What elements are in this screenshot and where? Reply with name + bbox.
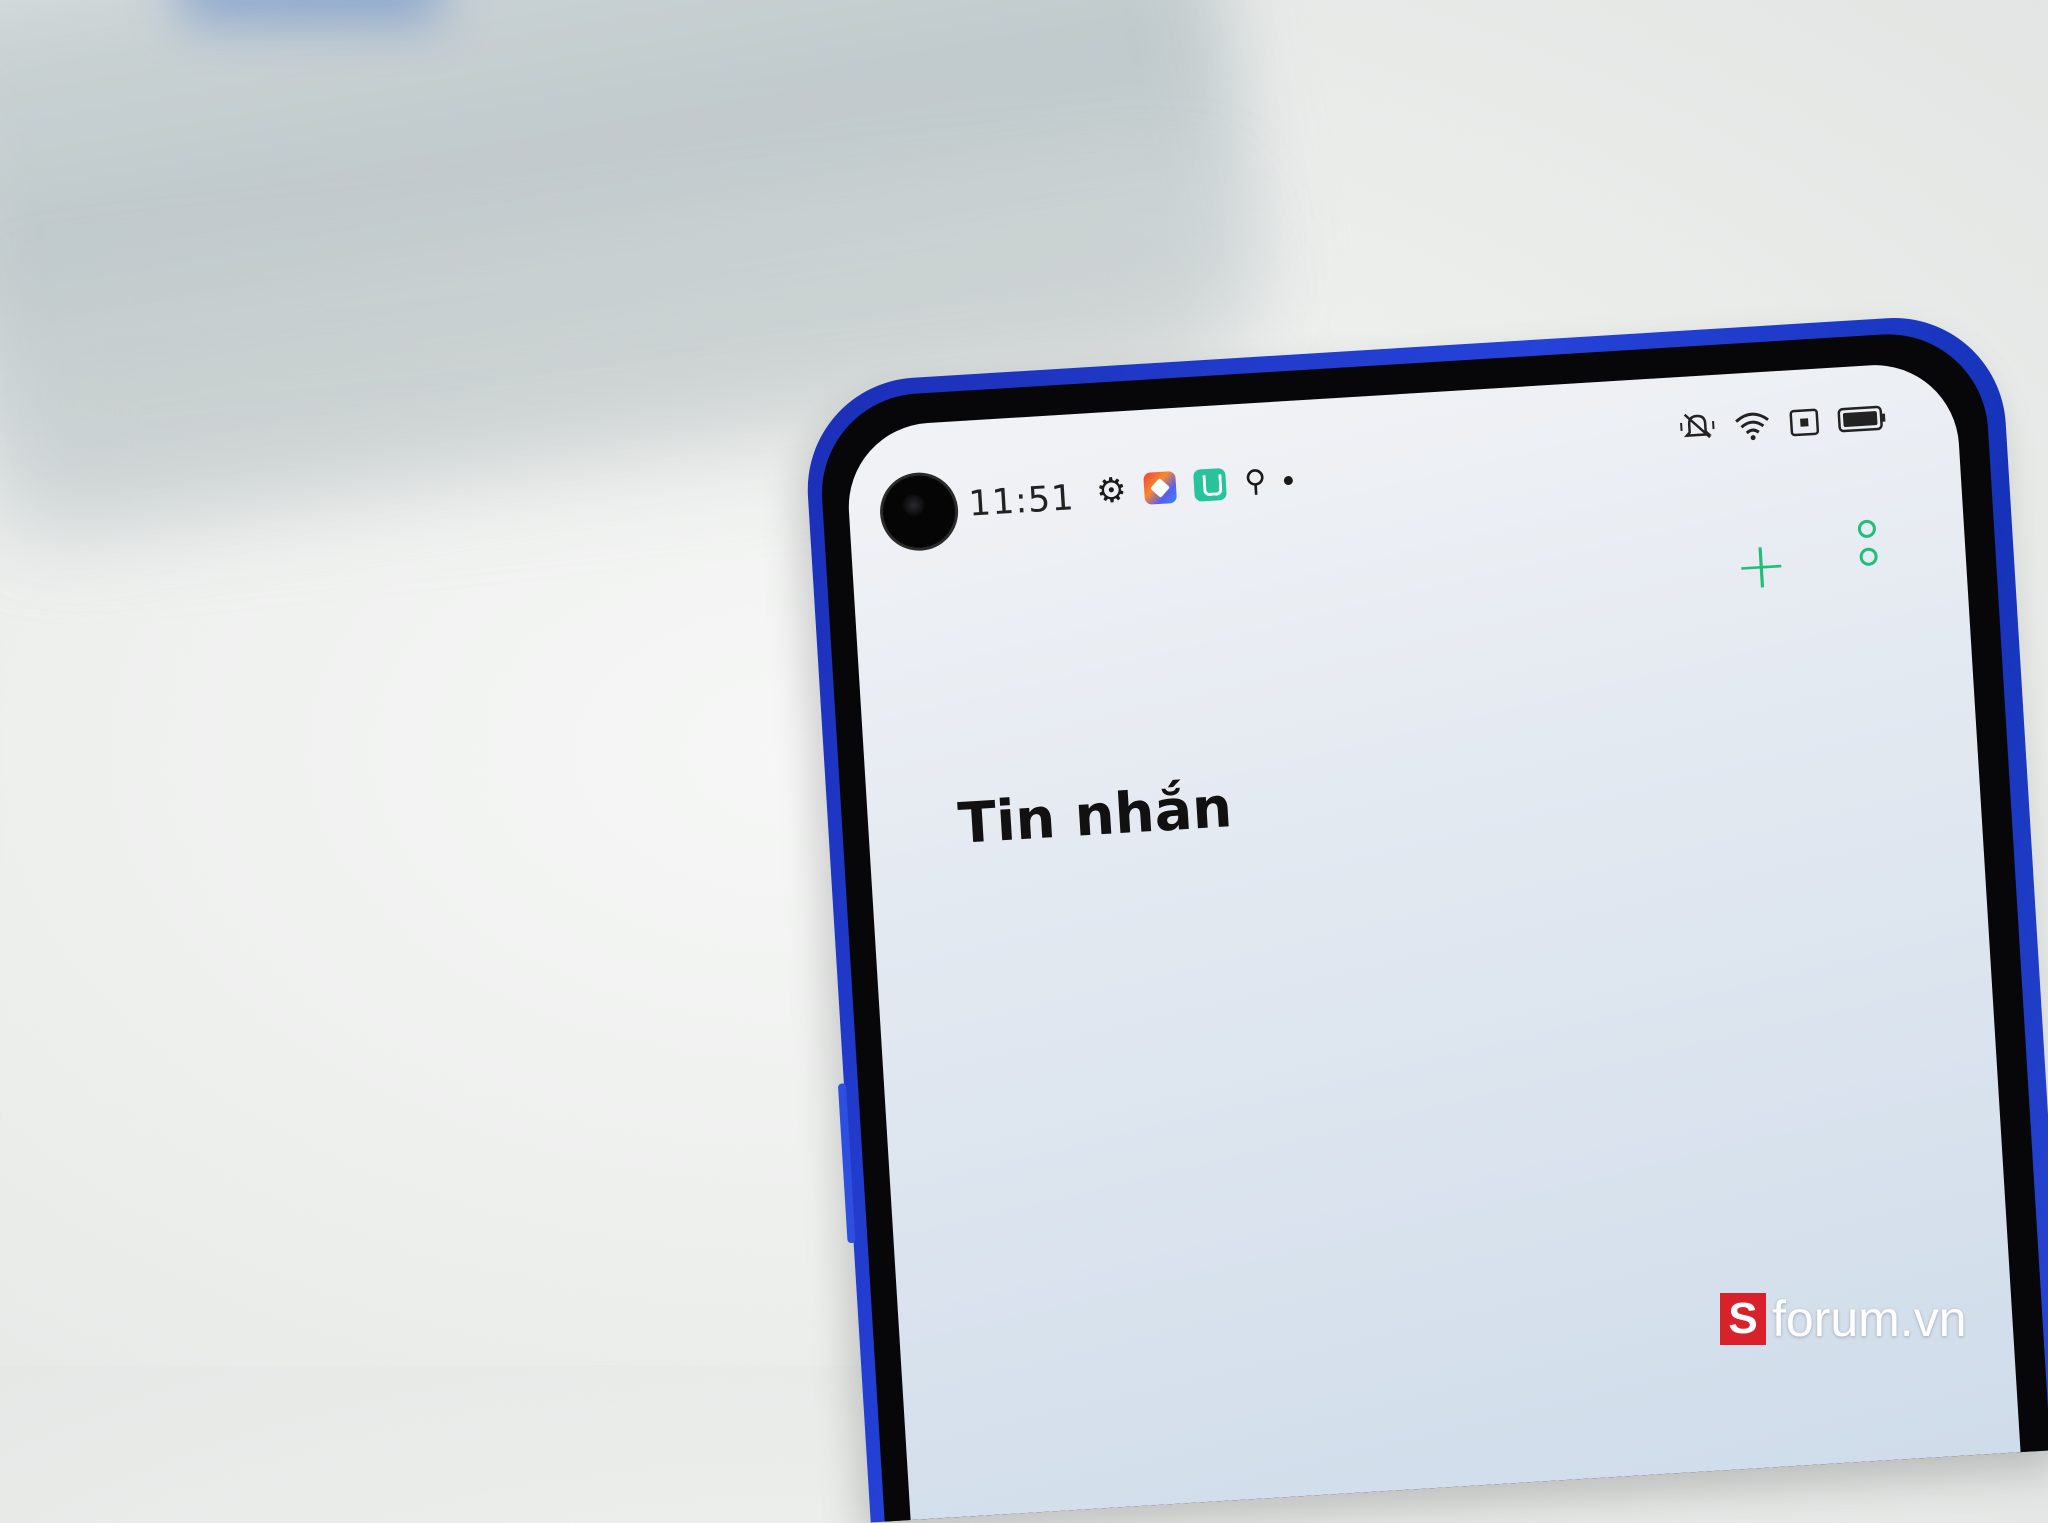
battery-icon xyxy=(1836,403,1888,434)
watermark-text: forum.vn xyxy=(1772,1291,1967,1347)
blurred-blue-accent xyxy=(180,0,440,20)
sim-icon xyxy=(1788,408,1820,438)
app-notification-icon xyxy=(1193,467,1228,502)
wifi-icon xyxy=(1733,409,1773,441)
phone-side-button xyxy=(837,1083,856,1244)
page-title: Tin nhắn xyxy=(956,775,1234,857)
more-options-button[interactable] xyxy=(1857,519,1879,567)
watermark: S forum.vn xyxy=(1720,1290,1967,1348)
notification-dot xyxy=(1284,475,1294,485)
location-icon: ⚲ xyxy=(1243,463,1268,500)
watermark-logo: S xyxy=(1720,1293,1766,1345)
front-camera xyxy=(880,473,958,550)
gear-icon: ⚙ xyxy=(1094,469,1128,512)
new-message-button[interactable]: + xyxy=(1732,528,1790,605)
status-time: 11:51 xyxy=(967,478,1076,525)
more-options-dot xyxy=(1859,547,1879,567)
more-options-dot xyxy=(1857,519,1877,539)
status-notification-icons: ⚙ ⚲ xyxy=(1094,463,1294,512)
app-notification-icon xyxy=(1143,470,1178,505)
mute-icon xyxy=(1678,409,1716,449)
status-system-icons xyxy=(1678,398,1888,449)
